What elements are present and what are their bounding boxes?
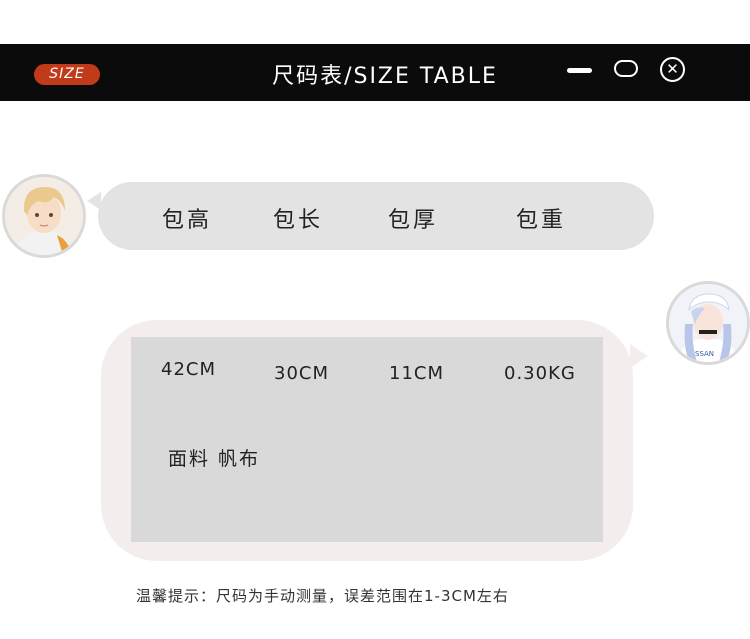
close-icon[interactable]: ✕ <box>660 57 685 82</box>
value-height: 42CM <box>161 359 217 380</box>
material-label: 面料 帆布 <box>168 448 261 470</box>
value-weight: 0.30KG <box>504 363 576 384</box>
measurement-note: 温馨提示：尺码为手动测量，误差范围在1-3CM左右 <box>136 587 509 605</box>
avatar-girl-icon: SSAN <box>669 284 747 362</box>
avatar-boy-icon <box>5 177 83 255</box>
value-thickness: 11CM <box>389 363 445 384</box>
maximize-icon[interactable] <box>614 60 638 77</box>
values-bubble-tail <box>630 344 648 368</box>
avatar-boy <box>2 174 86 258</box>
title-bar: SIZE 尺码表/SIZE TABLE ✕ <box>0 44 750 101</box>
header-label-thickness: 包厚 <box>388 208 439 233</box>
value-length: 30CM <box>274 363 330 384</box>
header-bubble: 包高 包长 包厚 包重 <box>98 182 654 250</box>
size-badge: SIZE <box>34 64 100 85</box>
window-title: 尺码表/SIZE TABLE <box>272 64 498 89</box>
header-label-length: 包长 <box>273 208 324 233</box>
svg-text:SSAN: SSAN <box>695 350 714 358</box>
header-label-height: 包高 <box>162 208 213 233</box>
minimize-icon[interactable] <box>567 68 592 73</box>
close-glyph: ✕ <box>666 60 679 78</box>
values-panel: 42CM 30CM 11CM 0.30KG <box>131 337 603 542</box>
header-label-weight: 包重 <box>516 208 567 233</box>
avatar-girl: SSAN <box>666 281 750 365</box>
